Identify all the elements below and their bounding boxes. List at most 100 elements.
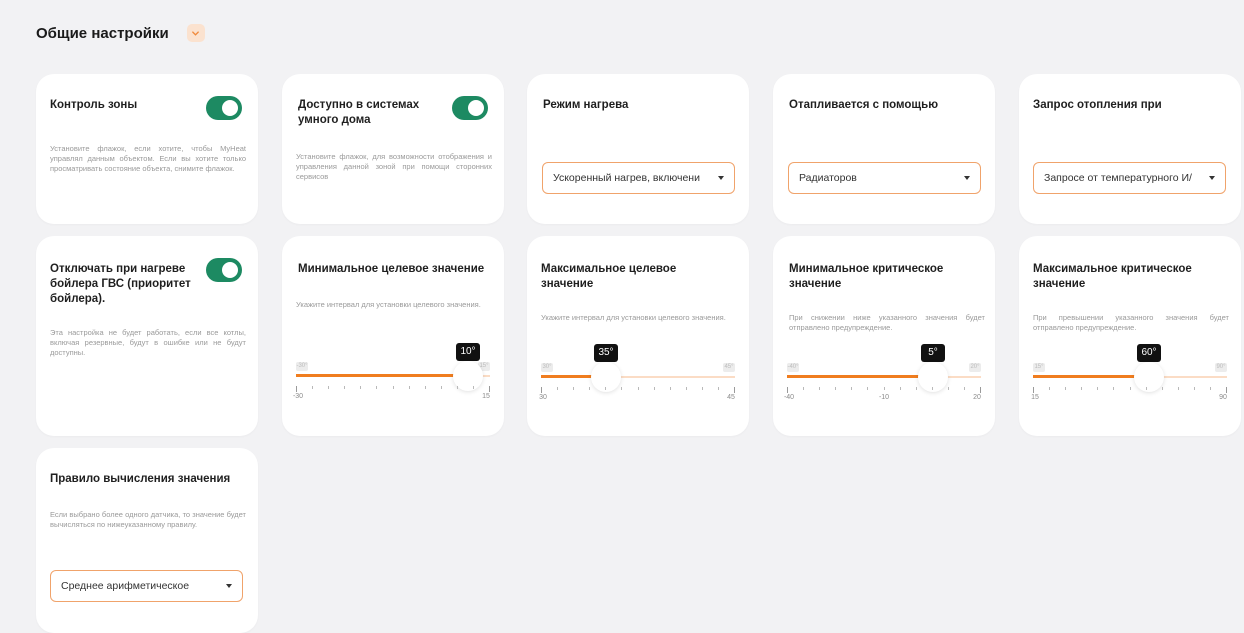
slider-tick [296, 386, 297, 392]
heat-request-select[interactable]: Запросе от температурного И/ [1033, 162, 1226, 194]
slider-tick [393, 386, 394, 389]
slider-tick [884, 387, 885, 390]
slider-tick [1162, 387, 1163, 390]
card-title: Режим нагрева [543, 99, 629, 111]
slider-ticks [541, 387, 735, 393]
slider-tick [686, 387, 687, 390]
zone-control-toggle[interactable] [206, 96, 242, 120]
slider-min-label: 15 [1031, 394, 1039, 401]
card-title: Минимальное целевое значение [298, 263, 485, 275]
card-min-target: Минимальное целевое значение Укажите инт… [282, 236, 504, 436]
slider-tick [1033, 387, 1034, 393]
slider-tick [654, 387, 655, 390]
slider-tick [932, 387, 933, 390]
card-title: Отключать при нагреве бойлера ГВС (приор… [50, 263, 191, 305]
heated-by-select[interactable]: Радиаторов [788, 162, 981, 194]
collapse-button[interactable] [186, 24, 205, 42]
caret-down-icon [964, 176, 970, 180]
card-description: Эта настройка не будет работать, если вс… [50, 328, 246, 357]
select-value: Радиаторов [799, 172, 857, 184]
slider-fill [296, 374, 468, 377]
boiler-priority-toggle[interactable] [206, 258, 242, 282]
card-heated-by: Отапливается с помощью Радиаторов [773, 74, 995, 224]
slider-max-badge: 45° [723, 363, 735, 372]
caret-down-icon [718, 176, 724, 180]
max-critical-slider[interactable]: 15° 90° 60° 15 90 [1031, 344, 1227, 414]
slider-tick [328, 386, 329, 389]
slider-tick [376, 386, 377, 389]
card-min-critical: Минимальное критическое значение При сни… [773, 236, 995, 436]
slider-max-badge: 20° [969, 363, 981, 372]
slider-tick [1146, 387, 1147, 390]
slider-tick [670, 387, 671, 390]
slider-tick [589, 387, 590, 390]
slider-tick [1226, 387, 1227, 393]
card-max-target: Максимальное целевое значение Укажите ин… [527, 236, 749, 436]
slider-tick [1081, 387, 1082, 390]
slider-tick [787, 387, 788, 393]
card-title: Минимальное критическое значение [789, 263, 944, 290]
slider-max-label: 20 [973, 394, 981, 401]
select-value: Запросе от температурного И/ [1044, 172, 1192, 184]
slider-tick [980, 387, 981, 393]
card-heat-request: Запрос отопления при Запросе от температ… [1019, 74, 1241, 224]
card-smart-home: Доступно в системах умного дома Установи… [282, 74, 504, 224]
section-title: Общие настройки [36, 24, 169, 42]
slider-min-badge: 30° [541, 363, 553, 372]
card-title: Правило вычисления значения [50, 473, 231, 485]
slider-min-badge: -30° [296, 362, 308, 371]
slider-tick [867, 387, 868, 390]
slider-tick [344, 386, 345, 389]
slider-tick [541, 387, 542, 393]
slider-max-badge: 90° [1215, 363, 1227, 372]
slider-ticks [1033, 387, 1227, 393]
card-description: Если выбрано более одного датчика, то зн… [50, 510, 246, 529]
card-description: Установите флажок, если хотите, чтобы My… [50, 144, 246, 173]
calc-rule-select[interactable]: Среднее арифметическое [50, 570, 243, 602]
slider-tick [573, 387, 574, 390]
slider-tick [916, 387, 917, 390]
slider-tick [621, 387, 622, 390]
select-value: Среднее арифметическое [61, 580, 190, 592]
section-header: Общие настройки [36, 24, 205, 42]
slider-tick [702, 387, 703, 390]
slider-tick [1130, 387, 1131, 390]
smart-home-toggle[interactable] [452, 96, 488, 120]
slider-tick [734, 387, 735, 393]
slider-tick [360, 386, 361, 389]
slider-tick [851, 387, 852, 390]
card-title: Отапливается с помощью [789, 99, 939, 111]
slider-tick [489, 386, 490, 392]
slider-tick [948, 387, 949, 390]
min-critical-slider[interactable]: -40° 20° 5° -40 20 -10 [784, 344, 981, 414]
card-boiler-priority: Отключать при нагреве бойлера ГВС (приор… [36, 236, 258, 436]
min-target-slider[interactable]: -30° 15° 10° -30 15 [292, 343, 490, 413]
slider-min-badge: 15° [1033, 363, 1045, 372]
slider-tick [1113, 387, 1114, 390]
card-title: Максимальное целевое значение [541, 263, 677, 290]
slider-tick [964, 387, 965, 390]
slider-ticks [296, 386, 490, 392]
slider-tick [605, 387, 606, 390]
slider-mid-label: -10 [878, 394, 890, 401]
slider-max-label: 45 [727, 394, 735, 401]
slider-tick [803, 387, 804, 390]
select-value: Ускоренный нагрев, включени [553, 172, 700, 184]
heating-mode-select[interactable]: Ускоренный нагрев, включени [542, 162, 735, 194]
slider-max-label: 15 [482, 393, 490, 400]
slider-fill [1033, 375, 1149, 378]
slider-max-label: 90 [1219, 394, 1227, 401]
slider-tick [1178, 387, 1179, 390]
slider-tick [819, 387, 820, 390]
slider-tick [638, 387, 639, 390]
caret-down-icon [1209, 176, 1215, 180]
slider-tick [557, 387, 558, 390]
slider-tick [409, 386, 410, 389]
slider-fill [787, 375, 933, 378]
card-title: Максимальное критическое значение [1033, 263, 1192, 290]
max-target-slider[interactable]: 30° 45° 35° 30 45 [539, 344, 735, 414]
slider-value-bubble: 35° [594, 344, 618, 362]
slider-min-badge: -40° [787, 363, 799, 372]
slider-min-label: -30 [292, 393, 304, 400]
slider-tick [425, 386, 426, 389]
